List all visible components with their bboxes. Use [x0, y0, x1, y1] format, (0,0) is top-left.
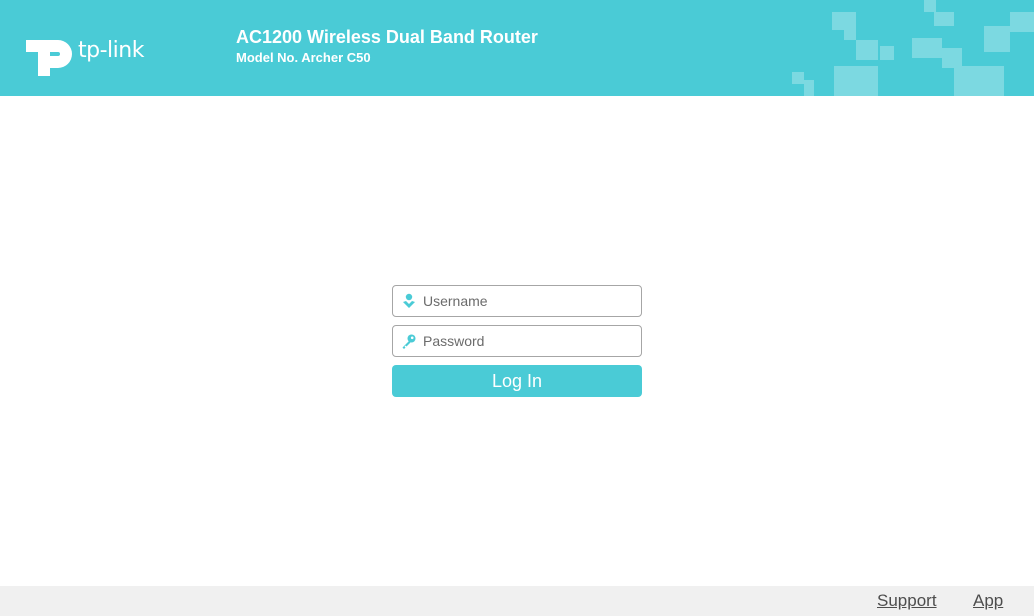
app-link[interactable]: App	[973, 591, 1003, 611]
brand-name: tp-link	[78, 38, 144, 63]
tp-link-logo: tp-link	[24, 26, 159, 78]
support-link[interactable]: Support	[877, 591, 937, 611]
footer-bar: Support App	[0, 586, 1034, 616]
key-icon	[402, 334, 416, 349]
password-field	[392, 325, 642, 357]
password-input[interactable]	[423, 326, 635, 356]
model-number: Model No. Archer C50	[236, 50, 371, 65]
product-info: AC1200 Wireless Dual Band Router Model N…	[236, 26, 538, 67]
login-button[interactable]: Log In	[392, 365, 642, 397]
username-input[interactable]	[423, 286, 635, 316]
user-icon	[403, 293, 415, 308]
header-decoration	[792, 0, 1034, 96]
username-field	[392, 285, 642, 317]
login-form: Log In	[392, 285, 642, 397]
tp-link-logo-icon	[26, 40, 72, 76]
product-name: AC1200 Wireless Dual Band Router	[236, 27, 538, 47]
header-bar: tp-link AC1200 Wireless Dual Band Router…	[0, 0, 1034, 96]
